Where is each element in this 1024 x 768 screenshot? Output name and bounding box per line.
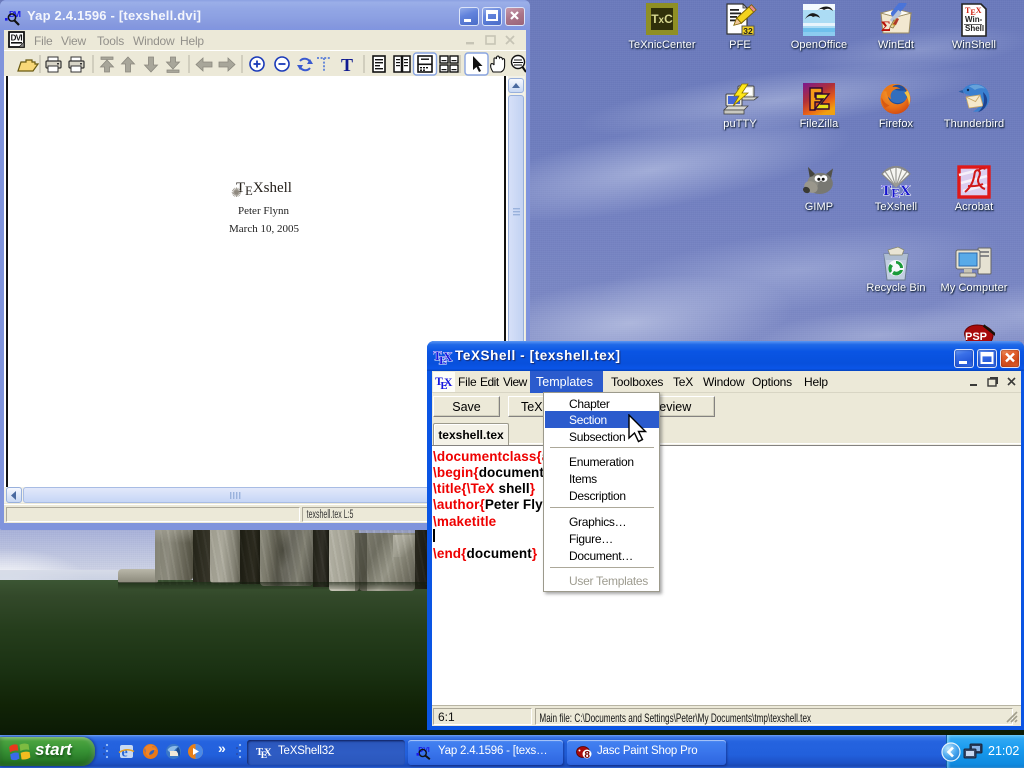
svg-text:T: T [341, 55, 353, 75]
svg-text:»: » [218, 740, 226, 756]
svg-text:DVI: DVI [11, 34, 23, 43]
svg-text:Win-: Win- [965, 15, 983, 24]
svg-text:Σ: Σ [881, 19, 891, 35]
svg-text:X: X [443, 349, 453, 364]
svg-text:X: X [264, 748, 272, 759]
svg-text:TEX: TEX [881, 183, 911, 201]
svg-text:Shell: Shell [965, 24, 984, 33]
svg-text:8: 8 [584, 750, 590, 760]
svg-text:e: e [122, 746, 128, 761]
svg-text:32: 32 [743, 26, 753, 36]
svg-text:X: X [444, 376, 453, 389]
